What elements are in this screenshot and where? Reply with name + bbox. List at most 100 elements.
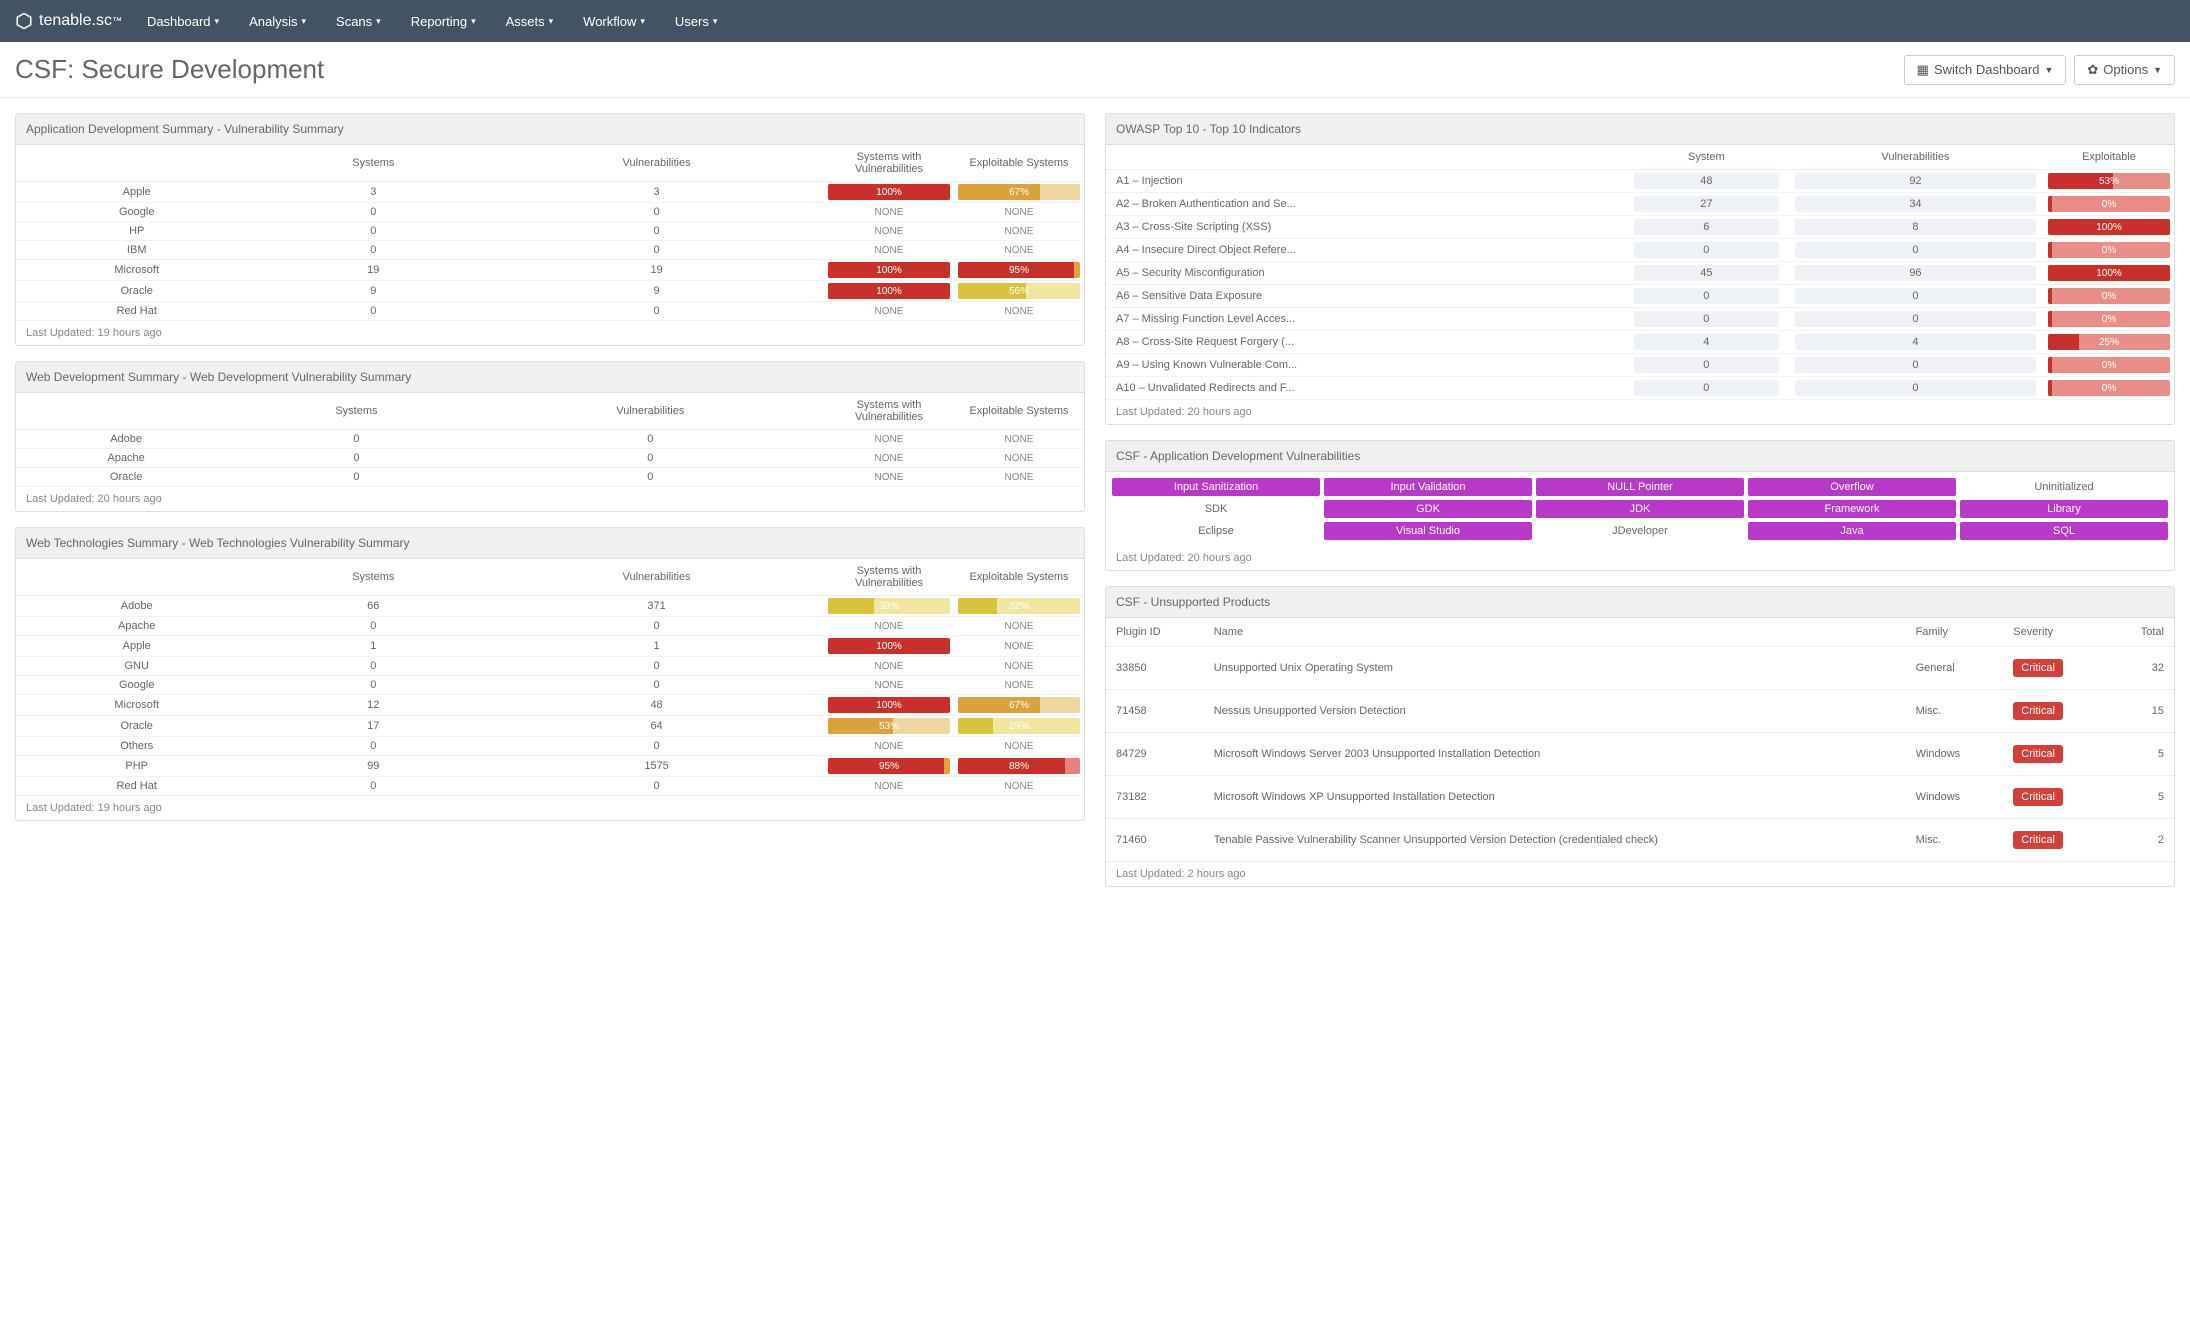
category-badge[interactable]: Input Sanitization bbox=[1112, 478, 1320, 496]
none-value: NONE bbox=[1005, 226, 1034, 237]
plugin-id: 33850 bbox=[1106, 647, 1204, 690]
panel-title: Web Technologies Summary - Web Technolog… bbox=[16, 528, 1084, 559]
table-row[interactable]: Adobe00NONENONE bbox=[16, 430, 1084, 449]
table-row[interactable]: Oracle99100%56% bbox=[16, 281, 1084, 302]
table-row[interactable]: A1 – Injection489253% bbox=[1106, 170, 2174, 193]
table-row[interactable]: Microsoft1248100%67% bbox=[16, 695, 1084, 716]
table-row[interactable]: 71460Tenable Passive Vulnerability Scann… bbox=[1106, 819, 2174, 862]
vulnerabilities-value: 0 bbox=[477, 468, 824, 487]
none-value: NONE bbox=[875, 306, 904, 317]
table-row[interactable]: A2 – Broken Authentication and Se...2734… bbox=[1106, 193, 2174, 216]
table-row[interactable]: Apache00NONENONE bbox=[16, 449, 1084, 468]
table-row[interactable]: Apache00NONENONE bbox=[16, 617, 1084, 636]
vulnerabilities-value: 92 bbox=[1795, 173, 2036, 189]
table-row[interactable]: A7 – Missing Function Level Acces...000% bbox=[1106, 308, 2174, 331]
table-row[interactable]: Red Hat00NONENONE bbox=[16, 302, 1084, 321]
vulnerabilities-value: 0 bbox=[489, 617, 824, 636]
category-badge[interactable]: Eclipse bbox=[1112, 522, 1320, 540]
caret-down-icon: ▾ bbox=[215, 16, 220, 27]
none-value: NONE bbox=[1005, 781, 1034, 792]
plugin-name: Microsoft Windows Server 2003 Unsupporte… bbox=[1204, 733, 1906, 776]
table-row[interactable]: Microsoft1919100%95% bbox=[16, 260, 1084, 281]
progress-bar: 88% bbox=[958, 758, 1080, 774]
plugin-id: 71458 bbox=[1106, 690, 1204, 733]
category-badge[interactable]: JDK bbox=[1536, 500, 1744, 518]
table-row[interactable]: Apple11100%NONE bbox=[16, 636, 1084, 657]
table-row[interactable]: GNU00NONENONE bbox=[16, 657, 1084, 676]
category-badge[interactable]: Input Validation bbox=[1324, 478, 1532, 496]
table-row[interactable]: A9 – Using Known Vulnerable Com...000% bbox=[1106, 354, 2174, 377]
none-value: NONE bbox=[1005, 434, 1034, 445]
table-row[interactable]: 33850Unsupported Unix Operating SystemGe… bbox=[1106, 647, 2174, 690]
table-row[interactable]: PHP99157595%88% bbox=[16, 756, 1084, 777]
category-badge[interactable]: Framework bbox=[1748, 500, 1956, 518]
row-label: Adobe bbox=[16, 430, 236, 449]
table-row[interactable]: A4 – Insecure Direct Object Refere...000… bbox=[1106, 239, 2174, 262]
switch-dashboard-button[interactable]: ▦ Switch Dashboard ▼ bbox=[1904, 55, 2067, 85]
row-label: Apache bbox=[16, 617, 257, 636]
table-row[interactable]: Others00NONENONE bbox=[16, 737, 1084, 756]
category-badge[interactable]: NULL Pointer bbox=[1536, 478, 1744, 496]
category-badge[interactable]: Visual Studio bbox=[1324, 522, 1532, 540]
category-badge[interactable]: GDK bbox=[1324, 500, 1532, 518]
table-row[interactable]: 73182Microsoft Windows XP Unsupported In… bbox=[1106, 776, 2174, 819]
progress-bar: 38% bbox=[828, 598, 950, 614]
nav-item-assets[interactable]: Assets▾ bbox=[506, 14, 554, 29]
none-value: NONE bbox=[875, 472, 904, 483]
nav-item-users[interactable]: Users▾ bbox=[675, 14, 717, 29]
plugin-total: 5 bbox=[2109, 733, 2174, 776]
caret-down-icon: ▾ bbox=[549, 16, 554, 27]
exploitable-bar: 0% bbox=[2048, 242, 2170, 258]
table-row[interactable]: 84729Microsoft Windows Server 2003 Unsup… bbox=[1106, 733, 2174, 776]
progress-bar: 53% bbox=[828, 718, 950, 734]
nav-item-scans[interactable]: Scans▾ bbox=[336, 14, 381, 29]
table-row[interactable]: HP00NONENONE bbox=[16, 222, 1084, 241]
category-badge[interactable]: SQL bbox=[1960, 522, 2168, 540]
brand-logo[interactable]: tenable.sc™ bbox=[15, 12, 122, 30]
options-button[interactable]: ✿ Options ▼ bbox=[2074, 55, 2175, 85]
nav-item-dashboard[interactable]: Dashboard▾ bbox=[147, 14, 219, 29]
progress-bar: 100% bbox=[828, 283, 950, 299]
plugin-total: 15 bbox=[2109, 690, 2174, 733]
nav-item-reporting[interactable]: Reporting▾ bbox=[411, 14, 476, 29]
table-row[interactable]: Google00NONENONE bbox=[16, 203, 1084, 222]
category-badge[interactable]: Library bbox=[1960, 500, 2168, 518]
category-badge[interactable]: Overflow bbox=[1748, 478, 1956, 496]
systems-value: 0 bbox=[257, 737, 489, 756]
vulnerabilities-value: 0 bbox=[489, 737, 824, 756]
table-row[interactable]: A10 – Unvalidated Redirects and F...000% bbox=[1106, 377, 2174, 400]
category-badge[interactable]: SDK bbox=[1112, 500, 1320, 518]
column-header: Name bbox=[1204, 618, 1906, 647]
table-row[interactable]: IBM00NONENONE bbox=[16, 241, 1084, 260]
severity-badge: Critical bbox=[2013, 659, 2063, 677]
row-label: Microsoft bbox=[16, 695, 257, 716]
table-row[interactable]: Apple33100%67% bbox=[16, 182, 1084, 203]
none-value: NONE bbox=[875, 680, 904, 691]
severity-badge: Critical bbox=[2013, 702, 2063, 720]
nav-item-workflow[interactable]: Workflow▾ bbox=[583, 14, 645, 29]
plugin-name: Unsupported Unix Operating System bbox=[1204, 647, 1906, 690]
progress-bar: 67% bbox=[958, 184, 1080, 200]
table-row[interactable]: Google00NONENONE bbox=[16, 676, 1084, 695]
column-header bbox=[16, 393, 236, 430]
table-row[interactable]: A6 – Sensitive Data Exposure000% bbox=[1106, 285, 2174, 308]
table-row[interactable]: Oracle176453%29% bbox=[16, 716, 1084, 737]
table-row[interactable]: Adobe6637138%32% bbox=[16, 596, 1084, 617]
table-row[interactable]: A8 – Cross-Site Request Forgery (...4425… bbox=[1106, 331, 2174, 354]
table-row[interactable]: Red Hat00NONENONE bbox=[16, 777, 1084, 796]
table-row[interactable]: A3 – Cross-Site Scripting (XSS)68100% bbox=[1106, 216, 2174, 239]
table-row[interactable]: Oracle00NONENONE bbox=[16, 468, 1084, 487]
category-badge[interactable]: Java bbox=[1748, 522, 1956, 540]
row-label: A1 – Injection bbox=[1106, 170, 1626, 193]
table-row[interactable]: A5 – Security Misconfiguration4596100% bbox=[1106, 262, 2174, 285]
category-badge[interactable]: Uninitialized bbox=[1960, 478, 2168, 496]
vulnerabilities-value: 0 bbox=[489, 241, 824, 260]
table-row[interactable]: 71458Nessus Unsupported Version Detectio… bbox=[1106, 690, 2174, 733]
vulnerabilities-value: 0 bbox=[1795, 357, 2036, 373]
exploitable-bar: 100% bbox=[2048, 265, 2170, 281]
vulnerabilities-value: 0 bbox=[489, 657, 824, 676]
systems-value: 0 bbox=[257, 203, 489, 222]
category-badge[interactable]: JDeveloper bbox=[1536, 522, 1744, 540]
exploitable-bar: 0% bbox=[2048, 196, 2170, 212]
nav-item-analysis[interactable]: Analysis▾ bbox=[249, 14, 306, 29]
